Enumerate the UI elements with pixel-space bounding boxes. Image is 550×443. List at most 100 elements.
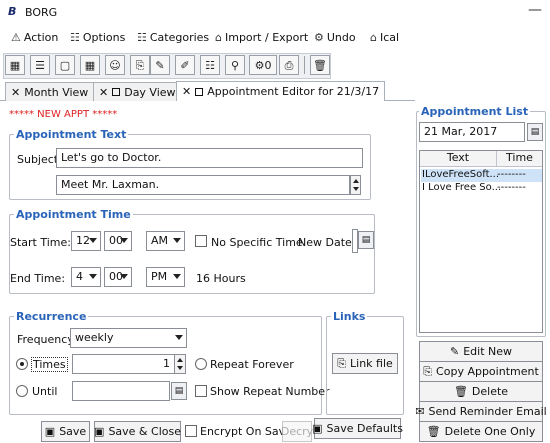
new-appointment-banner: ***** NEW APPT ***** bbox=[9, 109, 118, 120]
until-radio[interactable] bbox=[16, 385, 28, 397]
end-hour-value: 4 bbox=[76, 270, 83, 283]
appointment-table[interactable]: Text Time ILoveFreeSoft... -------- I Lo… bbox=[419, 150, 543, 333]
appointment-body-textarea[interactable]: Meet Mr. Laxman. bbox=[56, 175, 350, 195]
new-date-label: New Date: bbox=[298, 236, 356, 249]
save-button[interactable]: ▣ Save bbox=[41, 421, 90, 442]
chevron-down-icon bbox=[120, 238, 128, 243]
table-row[interactable]: I Love Free So... -------- bbox=[421, 182, 542, 195]
end-hour-select[interactable]: 4 bbox=[71, 267, 101, 287]
times-radio[interactable] bbox=[16, 358, 28, 370]
times-input[interactable]: 1 bbox=[72, 354, 175, 374]
edit-new-label: Edit New bbox=[463, 345, 512, 358]
copy-appointment-button[interactable]: ⎘ Copy Appointment bbox=[419, 361, 543, 382]
trash-icon[interactable]: 🗑 bbox=[310, 55, 330, 75]
save-defaults-label: Save Defaults bbox=[326, 422, 403, 435]
column-header-text[interactable]: Text bbox=[420, 151, 496, 167]
week-view-icon[interactable]: ☰ bbox=[30, 55, 50, 75]
delete-one-only-button[interactable]: 🗑 Delete One Only bbox=[419, 421, 543, 442]
body-scrollbar[interactable] bbox=[350, 175, 361, 195]
repeat-forever-label: Repeat Forever bbox=[210, 358, 294, 371]
save-close-button[interactable]: ▣ Save & Close bbox=[94, 421, 181, 442]
warning-icon: ⚠ bbox=[11, 31, 21, 44]
times-spinner[interactable] bbox=[175, 354, 186, 374]
table-row[interactable]: ILoveFreeSoft... -------- bbox=[421, 169, 542, 182]
calendar-icon[interactable]: ▤ bbox=[358, 231, 374, 249]
day-icon bbox=[112, 88, 121, 96]
frequency-select[interactable]: weekly bbox=[70, 328, 187, 348]
subject-label: Subject bbox=[17, 153, 59, 166]
menu-label: Import / Export bbox=[224, 31, 309, 44]
checklist-icon[interactable]: ✎ bbox=[150, 55, 170, 75]
menu-label: Ical bbox=[379, 31, 400, 44]
end-minute-select[interactable]: 00 bbox=[104, 267, 132, 287]
save-close-label: Save & Close bbox=[108, 425, 181, 438]
close-icon[interactable]: ✕ bbox=[182, 85, 191, 98]
delete-button[interactable]: 🗑 Delete bbox=[419, 381, 543, 402]
address-book-icon[interactable]: ☺ bbox=[105, 55, 125, 75]
send-reminder-email-button[interactable]: ✉ Send Reminder Email bbox=[415, 401, 547, 422]
start-minute-select[interactable]: 00 bbox=[104, 231, 132, 251]
menu-undo[interactable]: ⚙ Undo bbox=[314, 31, 356, 44]
tab-appointment-editor[interactable]: ✕ Appointment Editor for 21/3/17 bbox=[176, 81, 386, 101]
no-specific-time-checkbox[interactable] bbox=[195, 235, 207, 247]
menu-categories[interactable]: ☷ Categories bbox=[137, 31, 209, 44]
decrypt-button[interactable]: Decry bbox=[281, 421, 313, 442]
encrypt-on-save-checkbox[interactable] bbox=[185, 425, 197, 437]
save-icon: ▣ bbox=[44, 425, 56, 438]
appointment-list-legend: Appointment List bbox=[419, 105, 531, 118]
menu-import-export[interactable]: ⌂ Import / Export bbox=[215, 31, 308, 44]
calendar-icon[interactable]: ▤ bbox=[527, 123, 543, 141]
repeat-forever-radio[interactable] bbox=[195, 358, 207, 370]
close-icon[interactable]: ✕ bbox=[11, 86, 20, 99]
copy-label: Copy Appointment bbox=[436, 365, 539, 378]
trash-icon: 🗑 bbox=[426, 425, 441, 438]
undo-count: 0 bbox=[264, 58, 272, 72]
column-header-time[interactable]: Time bbox=[496, 151, 542, 167]
undo-counter[interactable]: ⚙ 0 bbox=[249, 55, 277, 75]
month-calendar-icon[interactable]: ▦ bbox=[5, 55, 25, 75]
chevron-down-icon bbox=[173, 238, 181, 243]
minimize-button[interactable]: — bbox=[525, 2, 545, 20]
categories-icon[interactable]: ☷ bbox=[200, 55, 220, 75]
print-icon[interactable]: ⎙ bbox=[279, 55, 299, 75]
todo-icon[interactable]: ⎘ bbox=[130, 55, 150, 75]
save-label: Save bbox=[59, 425, 87, 438]
row-time: -------- bbox=[497, 182, 526, 193]
encrypt-on-save-label: Encrypt On Save bbox=[200, 425, 292, 438]
send-reminder-label: Send Reminder Email bbox=[428, 405, 547, 418]
menu-options[interactable]: ☷ Options bbox=[70, 31, 125, 44]
title-bar: B BORG — bbox=[0, 0, 550, 24]
tab-label: Appointment Editor for 21/3/17 bbox=[207, 85, 380, 98]
end-ampm-select[interactable]: PM bbox=[146, 267, 185, 287]
tab-month-view[interactable]: ✕ Month View bbox=[5, 82, 95, 101]
list-date-input[interactable]: 21 Mar, 2017 bbox=[419, 122, 525, 142]
subject-input[interactable]: Let's go to Doctor. bbox=[56, 148, 363, 168]
frequency-label: Frequency bbox=[17, 333, 74, 346]
close-icon[interactable]: ✕ bbox=[99, 86, 108, 99]
calendar-icon[interactable]: ▤ bbox=[171, 382, 187, 400]
save-defaults-button[interactable]: ▣ Save Defaults bbox=[312, 418, 403, 439]
frequency-value: weekly bbox=[75, 331, 114, 344]
until-date-input[interactable] bbox=[72, 381, 170, 401]
edit-icon: ✎ bbox=[449, 345, 460, 358]
menu-action[interactable]: ⚠ Action bbox=[11, 31, 58, 44]
no-specific-time-label: No Specific Time bbox=[211, 236, 303, 249]
start-ampm-select[interactable]: AM bbox=[146, 231, 185, 251]
edit-new-button[interactable]: ✎ Edit New bbox=[419, 341, 543, 362]
delete-one-label: Delete One Only bbox=[444, 425, 536, 438]
tab-day-view[interactable]: ✕ Day View bbox=[93, 82, 182, 101]
day-view-icon[interactable]: ▢ bbox=[55, 55, 75, 75]
save-icon: ▣ bbox=[312, 422, 323, 435]
memo-icon[interactable]: ✐ bbox=[175, 55, 195, 75]
show-repeat-number-label: Show Repeat Number bbox=[210, 385, 330, 398]
menu-ical[interactable]: ⌂ Ical bbox=[370, 31, 399, 44]
show-repeat-number-checkbox[interactable] bbox=[195, 385, 207, 397]
search-icon[interactable]: ⚲ bbox=[225, 55, 245, 75]
menu-label: Undo bbox=[326, 31, 356, 44]
start-hour-select[interactable]: 12 bbox=[71, 231, 101, 251]
link-file-label: Link file bbox=[350, 357, 393, 370]
toolbar-separator bbox=[304, 56, 305, 74]
chevron-down-icon bbox=[89, 238, 97, 243]
link-file-button[interactable]: ⎘ Link file bbox=[332, 353, 398, 374]
year-grid-icon[interactable]: ▦ bbox=[80, 55, 100, 75]
